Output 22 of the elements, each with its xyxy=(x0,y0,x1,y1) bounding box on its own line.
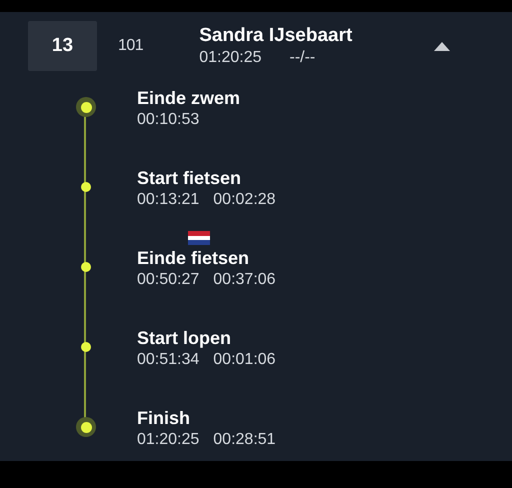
timeline-node xyxy=(76,97,96,117)
placeholder-value: --/-- xyxy=(289,48,316,68)
caret-up-icon xyxy=(434,42,450,50)
split-label: Einde zwem xyxy=(137,87,242,110)
athlete-name: Sandra IJsebaart xyxy=(199,24,352,48)
split-time: 00:37:06 xyxy=(213,270,276,290)
timeline-node xyxy=(76,417,96,437)
split-label: Einde fietsen xyxy=(137,247,250,270)
split-time: 00:13:21 xyxy=(137,190,200,210)
split-time: 01:20:25 xyxy=(137,430,200,450)
bib-number: 101 xyxy=(118,36,144,56)
split-time: 00:50:27 xyxy=(137,270,200,290)
split-time: 00:01:06 xyxy=(213,350,276,370)
split-label: Start fietsen xyxy=(137,167,242,190)
split-time: 00:28:51 xyxy=(213,430,276,450)
split-label: Finish xyxy=(137,407,191,430)
total-time: 01:20:25 xyxy=(199,48,262,68)
rank-badge: 13 xyxy=(28,21,97,71)
split-time: 00:10:53 xyxy=(137,110,200,130)
split-label: Start lopen xyxy=(137,327,232,350)
split-time: 00:02:28 xyxy=(213,190,276,210)
split-time: 00:51:34 xyxy=(137,350,200,370)
